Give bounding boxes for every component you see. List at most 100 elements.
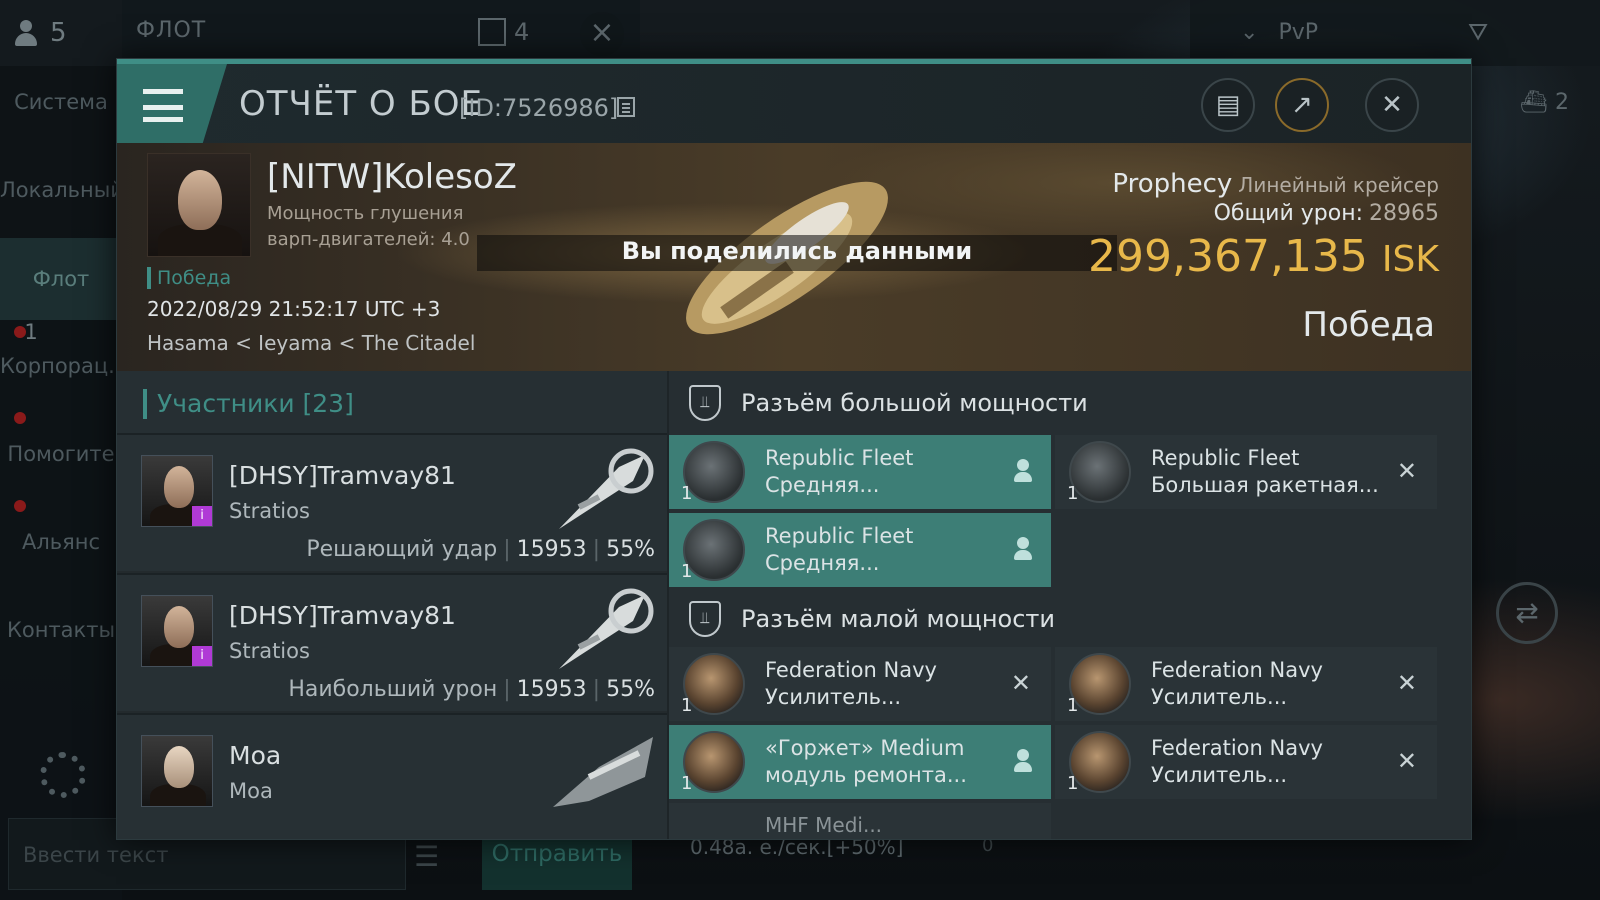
module-item[interactable]: 1 «Горжет» Medium модуль ремонта...: [669, 725, 1051, 799]
copy-icon[interactable]: [617, 97, 635, 117]
sidebar-item-alliance[interactable]: Альянс: [0, 530, 122, 554]
close-button[interactable]: ✕: [1365, 78, 1419, 132]
participant-avatar[interactable]: i: [141, 595, 213, 667]
module-name: Republic Fleet Большая ракетная...: [1151, 445, 1391, 499]
victim-avatar[interactable]: [147, 153, 251, 257]
modal-header: ОТЧЁТ О БОЕ [ID:7526986] ▤ ↗ ✕: [117, 59, 1471, 143]
module-name-line1: Federation Navy: [765, 658, 937, 682]
module-name: Federation Navy Усилитель...: [1151, 735, 1391, 789]
clipboard-button[interactable]: ▤: [1201, 78, 1255, 132]
total-damage-label: Общий урон:: [1213, 201, 1363, 226]
swap-button[interactable]: ⇄: [1496, 582, 1558, 644]
module-name: Federation Navy Усилитель...: [765, 657, 1005, 711]
right-panel-badge[interactable]: ⛴ 2: [1520, 90, 1569, 115]
avatar-face: [178, 170, 222, 230]
module-name: Republic Fleet Средняя...: [765, 523, 1005, 577]
module-item[interactable]: 1 Federation Navy Усилитель... ✕: [1055, 647, 1437, 721]
sidebar-item-contacts[interactable]: Контакты: [0, 618, 122, 642]
pvp-label: PvP: [1278, 20, 1318, 45]
module-item[interactable]: 1 Republic Fleet Большая ракетная... ✕: [1055, 435, 1437, 509]
gear-icon[interactable]: [40, 752, 86, 798]
module-item[interactable]: 1 Federation Navy Усилитель... ✕: [1055, 725, 1437, 799]
battle-result: Победа: [1302, 305, 1435, 345]
sidebar-item-help[interactable]: Помогите: [0, 442, 122, 466]
total-damage-value: 28965: [1369, 201, 1439, 226]
dropped-person-icon: [1013, 537, 1033, 561]
chat-menu-icon[interactable]: ☰: [414, 840, 439, 873]
participant-name: Moa: [229, 741, 282, 770]
participant-percent: 55%: [606, 537, 655, 562]
kill-location[interactable]: Hasama < Ieyama < The Citadel: [147, 331, 475, 355]
clipboard-icon: ▤: [1215, 90, 1241, 120]
person-icon: [12, 18, 40, 48]
victim-ship[interactable]: Prophecy Линейный крейсер: [1112, 169, 1439, 199]
destroyed-icon: ✕: [1010, 669, 1031, 697]
module-item-partial[interactable]: MHF Medi...: [669, 803, 1051, 839]
high-slot-title: Разъём большой мощности: [741, 389, 1088, 417]
pvp-filter[interactable]: ⌄ PvP: [1240, 20, 1318, 45]
module-name-line1: Republic Fleet: [765, 446, 914, 470]
menu-button[interactable]: [117, 64, 227, 143]
participant-stats: Решающий удар | 15953 | 55%: [306, 537, 655, 562]
module-name-line2: Усилитель...: [765, 685, 902, 709]
chat-close-button[interactable]: ×: [580, 12, 624, 56]
hamburger-icon: [143, 86, 183, 129]
participant-row[interactable]: i [DHSY]Tramvay81 Stratios Решающий удар…: [117, 433, 667, 571]
module-item[interactable]: 1 Republic Fleet Средняя...: [669, 435, 1051, 509]
right-badge-count: 2: [1554, 90, 1569, 115]
participant-ship: Stratios: [229, 499, 310, 523]
unread-count: 1: [24, 320, 38, 344]
filter-icon[interactable]: ⛛: [1468, 18, 1498, 48]
participant-row[interactable]: i [DHSY]Tramvay81 Stratios Наибольший ур…: [117, 573, 667, 711]
module-name: «Горжет» Medium модуль ремонта...: [765, 735, 1005, 789]
members-count: 5: [50, 18, 67, 48]
isk-unit: ISK: [1381, 239, 1439, 280]
sidebar-item-corporation[interactable]: Корпорац...: [0, 354, 128, 378]
participants-title[interactable]: Участники [23]: [143, 389, 354, 419]
close-icon: ✕: [1381, 90, 1403, 120]
participant-ship-image: [553, 737, 653, 807]
module-name-line1: Republic Fleet: [765, 524, 914, 548]
share-button[interactable]: ↗: [1275, 78, 1329, 132]
page-title: ОТЧЁТ О БОЕ: [239, 84, 484, 124]
shared-message: Вы поделились данными: [621, 237, 973, 265]
participants-header: Участники [23]: [117, 371, 667, 435]
module-name: Federation Navy Усилитель...: [1151, 657, 1391, 711]
module-item[interactable]: 1 Federation Navy Усилитель... ✕: [669, 647, 1051, 721]
high-slot-icon: ⫫: [689, 385, 721, 421]
avatar-face: [164, 746, 194, 788]
share-icon: ↗: [1291, 90, 1313, 120]
participant-avatar[interactable]: i: [141, 455, 213, 527]
info-badge-icon: i: [192, 646, 212, 666]
participant-avatar[interactable]: [141, 735, 213, 807]
members-counter[interactable]: 5: [0, 0, 122, 66]
module-name-line1: Federation Navy: [1151, 658, 1323, 682]
module-qty: 1: [1067, 695, 1079, 716]
avatar-face: [164, 466, 194, 508]
module-qty: 1: [681, 483, 693, 504]
destroyed-icon: ✕: [1396, 457, 1417, 485]
high-slot-header: ⫫ Разъём большой мощности: [669, 371, 1471, 435]
module-name-line2: Усилитель...: [1151, 763, 1288, 787]
module-name: Republic Fleet Средняя...: [765, 445, 1005, 499]
module-name-line1: Republic Fleet: [1151, 446, 1300, 470]
channel-window-count[interactable]: 4: [478, 18, 529, 46]
participant-row[interactable]: Moa Moa: [117, 713, 667, 839]
ship-name: Prophecy: [1112, 169, 1233, 199]
victim-name[interactable]: [NITW]KolesoZ: [267, 157, 517, 197]
sidebar-item-fleet[interactable]: Флот: [0, 238, 122, 320]
module-qty: 1: [681, 773, 693, 794]
sidebar-item-local[interactable]: Локальный: [0, 178, 124, 202]
sidebar-item-system[interactable]: Система: [0, 90, 122, 114]
kill-timestamp: 2022/08/29 21:52:17 UTC +3: [147, 297, 441, 321]
module-item[interactable]: 1 Republic Fleet Средняя...: [669, 513, 1051, 587]
kill-banner: [NITW]KolesoZ Мощность глушения варп-дви…: [117, 143, 1471, 371]
separator: |: [503, 677, 511, 702]
report-id: [ID:7526986]: [459, 94, 619, 122]
participant-name: [DHSY]Tramvay81: [229, 601, 456, 630]
participant-stats: Наибольший урон | 15953 | 55%: [288, 677, 655, 702]
module-name-line2: Средняя...: [765, 473, 880, 497]
separator: |: [592, 537, 601, 562]
module-name-line1: Federation Navy: [1151, 736, 1323, 760]
module-qty: 1: [681, 561, 693, 582]
